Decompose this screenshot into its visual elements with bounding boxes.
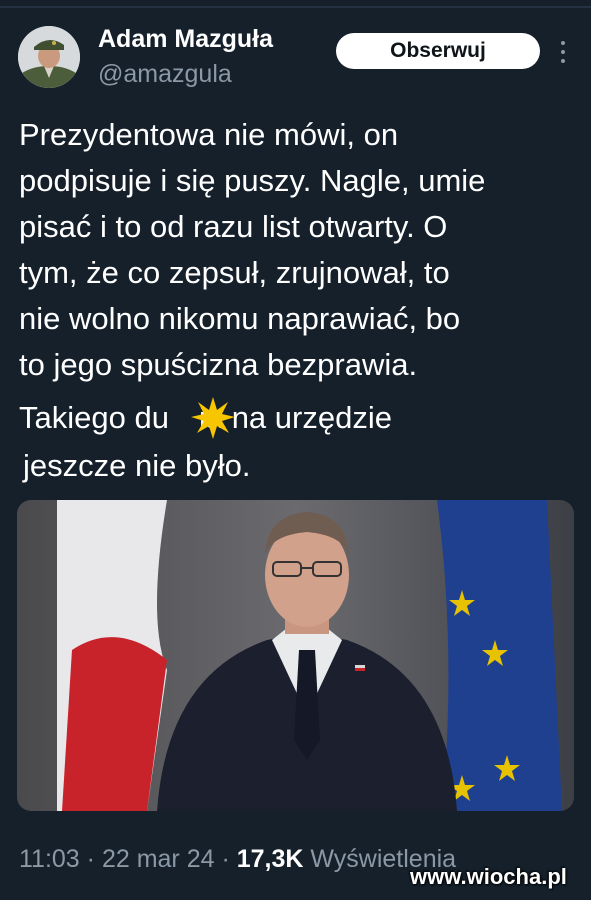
watermark: www.wiocha.pl: [410, 864, 567, 889]
image-caption: Takiego du ia na urzędzie jeszcze nie był…: [19, 394, 579, 490]
star-icon: [190, 395, 236, 441]
more-vertical-icon[interactable]: [558, 39, 568, 65]
avatar[interactable]: [18, 26, 80, 88]
follow-button[interactable]: Obserwuj: [336, 33, 540, 69]
views-count: 17,3K: [236, 845, 304, 873]
tweet-line: Prezydentowa nie mówi, on: [19, 117, 399, 152]
author-display-name[interactable]: Adam Mazguła: [98, 25, 273, 54]
author-handle[interactable]: @amazgula: [98, 60, 232, 89]
top-divider: [0, 6, 591, 8]
tweet-line: to jego spuścizna bezprawia.: [19, 347, 418, 382]
caption-text-before: Takiego du: [19, 400, 169, 435]
tweet-time[interactable]: 11:03: [19, 845, 80, 873]
tweet-image[interactable]: [17, 500, 574, 811]
tweet-line: podpisuje i się puszy. Nagle, umie: [19, 163, 486, 198]
tweet-text: Prezydentowa nie mówi, on podpisuje i si…: [19, 112, 579, 388]
tweet-meta: 11:03 · 22 mar 24 · 17,3K Wyświetlenia: [19, 845, 456, 874]
tweet-date[interactable]: 22 mar 24: [102, 845, 215, 873]
caption-line: Takiego du ia na urzędzie: [19, 394, 579, 442]
caption-line: jeszcze nie było.: [23, 448, 251, 483]
tweet-line: tym, że co zepsuł, zrujnował, to: [19, 255, 450, 290]
tweet-line: nie wolno nikomu naprawiać, bo: [19, 301, 461, 336]
meta-separator: ·: [221, 845, 230, 873]
tweet-line: pisać i to od razu list otwarty. O: [19, 209, 448, 244]
meta-separator: ·: [86, 845, 95, 873]
